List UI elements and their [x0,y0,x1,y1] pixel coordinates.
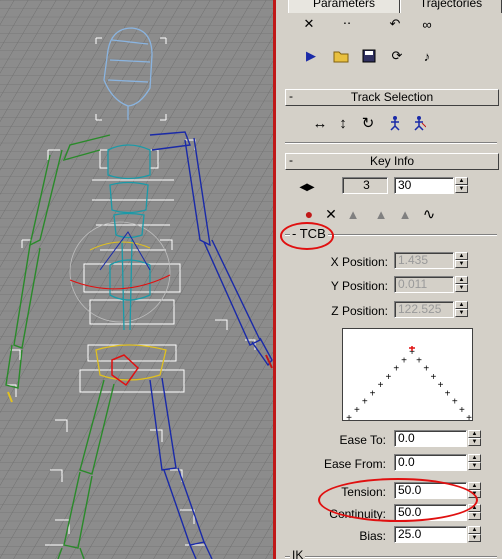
time-spinner[interactable]: ▲ ▼ [455,177,468,194]
tcb-curve-point: + [401,355,407,366]
tcb-highlight-ellipse [280,222,334,250]
tcb-curve-point: + [459,405,465,416]
save-file-icon[interactable] [358,46,380,66]
open-file-icon[interactable] [330,46,352,66]
ease-to-label: Ease To: [339,433,386,447]
curve-icon[interactable]: ∿ [418,204,440,224]
y-position-label: Y Position: [330,279,388,293]
set-sliding-key-icon[interactable]: ▲ [370,204,392,224]
lock-cog-icon[interactable] [384,113,406,133]
tcb-curve-point: + [423,364,429,375]
x-position-field[interactable]: 1.435 [394,252,454,269]
tcb-curve-point: + [430,372,436,383]
tab-trajectories[interactable]: Trajectories [400,0,502,13]
tcb-curve-point: + [452,397,458,408]
time-field[interactable]: 30 [394,177,454,194]
divider [285,556,497,558]
ik-group-label[interactable]: IK [290,548,306,559]
x-position-spinner[interactable]: ▲ ▼ [455,252,468,269]
play-biped-icon[interactable]: ▶ [300,46,322,66]
set-key-icon[interactable]: ● [298,204,320,224]
tcb-curve-point: + [393,364,399,375]
biped-pose-icon[interactable]: ♪ [416,46,438,66]
z-position-field[interactable]: 122.525 [394,301,454,318]
tcb-curve-point: + [416,355,422,366]
tcb-curve-point: + [445,388,451,399]
tcb-curve-point: + [466,413,472,420]
prev-next-key-icon[interactable]: ◂▸ [296,176,318,196]
key-info-rollout[interactable]: - Key Info [285,153,499,170]
refresh-icon[interactable]: ⟳ [386,46,408,66]
body-horizontal-icon[interactable]: ↔ [309,113,331,133]
ease-from-field[interactable]: 0.0 [394,454,467,471]
ground-grid [0,0,275,559]
set-free-key-icon[interactable]: ▲ [394,204,416,224]
curve-arrow-icon[interactable]: ↶ [384,14,406,34]
divider [285,142,497,144]
y-position-spinner[interactable]: ▲ ▼ [455,276,468,293]
opposite-tracks-icon[interactable] [408,113,430,133]
infinity-icon[interactable]: ∞ [416,14,438,34]
z-position-spinner[interactable]: ▲ ▼ [455,301,468,318]
rollout-title: Track Selection [350,90,434,104]
bias-spinner[interactable]: ▲ ▼ [468,526,481,543]
tcb-curve-graph: + + + + + + + + + + + + + + + + + [342,328,473,424]
bias-field[interactable]: 25.0 [394,526,467,543]
ease-from-label: Ease From: [323,457,386,471]
tcb-curve-point: + [378,380,384,391]
tcb-curve-point: + [370,388,376,399]
tcb-curve-point: + [362,397,368,408]
rollout-title: Key Info [369,154,415,168]
tcb-curve-point: + [385,372,391,383]
track-selection-rollout[interactable]: - Track Selection [285,89,499,106]
set-planted-key-icon[interactable]: ▲ [342,204,364,224]
ease-to-spinner[interactable]: ▲ ▼ [468,430,481,447]
body-rotation-icon[interactable]: ↻ [357,113,379,133]
tension-continuity-highlight-ellipse [318,478,478,522]
bias-label: Bias: [359,529,386,543]
ease-to-field[interactable]: 0.0 [394,430,467,447]
biped-x-icon[interactable]: ✕ [298,14,320,34]
tcb-curve-point: + [354,405,360,416]
key-number-field[interactable]: 3 [342,177,388,194]
tcb-curve-plot: +++++++++++++++++ [346,346,472,424]
y-position-field[interactable]: 0.011 [394,276,454,293]
tcb-curve-point: + [346,413,352,420]
x-position-label: X Position: [330,255,388,269]
viewport-3d[interactable] [0,0,275,559]
tab-parameters[interactable]: Parameters [288,0,400,13]
delete-key-icon[interactable]: ✕ [320,204,342,224]
ease-from-spinner[interactable]: ▲ ▼ [468,454,481,471]
z-position-label: Z Position: [331,304,388,318]
footsteps-icon[interactable]: ⋅⋅ [336,14,358,34]
command-panel: Parameters Trajectories ✕ ⋅⋅ ↶ ∞ ▶ ⟳ ♪ -… [276,0,502,559]
tcb-curve-point: + [438,380,444,391]
body-vertical-icon[interactable]: ↕ [332,113,354,133]
viewport-scene [0,0,275,559]
